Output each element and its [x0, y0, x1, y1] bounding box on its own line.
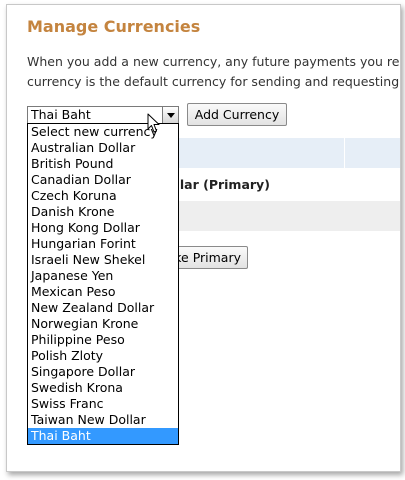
dropdown-option[interactable]: Hong Kong Dollar	[28, 220, 178, 236]
dropdown-option[interactable]: Canadian Dollar	[28, 172, 178, 188]
dropdown-option[interactable]: Mexican Peso	[28, 284, 178, 300]
page-description: When you add a new currency, any future …	[27, 52, 401, 92]
dropdown-option[interactable]: Danish Krone	[28, 204, 178, 220]
description-line-2: currency is the default currency for sen…	[27, 74, 401, 89]
dropdown-option[interactable]: Polish Zloty	[28, 348, 178, 364]
dropdown-option[interactable]: Swedish Krona	[28, 380, 178, 396]
dropdown-option[interactable]: Israeli New Shekel	[28, 252, 178, 268]
dropdown-option[interactable]: Swiss Franc	[28, 396, 178, 412]
dropdown-option[interactable]: Japanese Yen	[28, 268, 178, 284]
table-header-divider	[344, 138, 345, 168]
manage-currencies-panel: Manage Currencies When you add a new cur…	[6, 4, 401, 472]
dropdown-option[interactable]: Taiwan New Dollar	[28, 412, 178, 428]
add-currency-button[interactable]: Add Currency	[187, 103, 287, 126]
dropdown-option[interactable]: Czech Koruna	[28, 188, 178, 204]
mouse-cursor-icon	[147, 113, 160, 133]
chevron-down-icon[interactable]	[162, 107, 178, 123]
dropdown-option[interactable]: British Pound	[28, 156, 178, 172]
dropdown-option[interactable]: Thai Baht	[28, 428, 178, 444]
currency-select-value: Thai Baht	[31, 107, 91, 122]
description-line-1: When you add a new currency, any future …	[27, 54, 401, 69]
dropdown-option[interactable]: Singapore Dollar	[28, 364, 178, 380]
dropdown-option[interactable]: Australian Dollar	[28, 140, 178, 156]
primary-currency-row: ollar (Primary)	[167, 177, 270, 192]
dropdown-option[interactable]: Philippine Peso	[28, 332, 178, 348]
page-title: Manage Currencies	[27, 17, 201, 36]
make-primary-button[interactable]: ke Primary	[167, 246, 248, 269]
dropdown-option[interactable]: New Zealand Dollar	[28, 300, 178, 316]
dropdown-option[interactable]: Norwegian Krone	[28, 316, 178, 332]
currency-table-header	[167, 138, 400, 168]
dropdown-option[interactable]: Hungarian Forint	[28, 236, 178, 252]
currency-table-row	[167, 201, 400, 231]
currency-dropdown-list: Select new currency Australian Dollar Brit…	[27, 123, 179, 445]
